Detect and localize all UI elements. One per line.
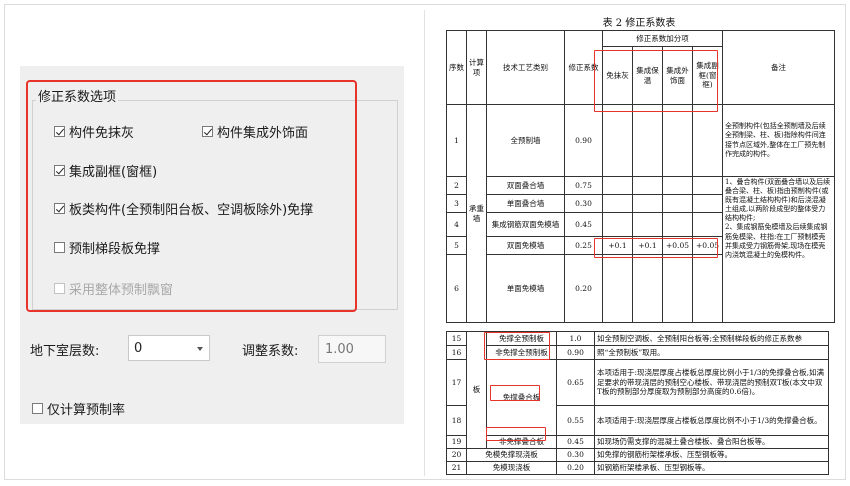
divider — [424, 10, 425, 476]
highlight-box — [26, 80, 357, 312]
chevron-down-icon — [197, 347, 203, 351]
header-seq: 序数 — [446, 30, 467, 105]
adjust-input[interactable]: 1.00 — [318, 335, 386, 363]
header-calc: 计算项 — [466, 30, 487, 105]
header-tech: 技术工艺类别 — [486, 30, 565, 105]
basement-select[interactable]: 0 — [128, 335, 210, 361]
correction-table-slabs: 15 板 免撑全预制板 1.0 如全预制空调板、全预制阳台板等;全预制梯段板的修… — [446, 331, 829, 475]
table-row: 17 免撑叠合板 0.65 本项适用于:现浇层厚度占楼板总厚度比例小于1/3的免… — [446, 359, 829, 436]
checkbox-prefab-rate-only[interactable]: 仅计算预制率 — [32, 399, 125, 418]
table-row: 15 板 免撑全预制板 1.0 如全预制空调板、全预制阳台板等;全预制梯段板的修… — [446, 331, 829, 449]
table-row: 20 免模免撑现浇板 0.30 如免撑的钢筋桁架楼承板、压型钢板等。 — [446, 448, 829, 462]
header-addon-col: 免抹灰 — [602, 46, 633, 105]
header-addon-col: 集成保温 — [632, 46, 663, 105]
remark-1: 全预制构件(包括全预制墙及后续全预制梁、柱、板)指除构件间连接节点区域外,整体在… — [722, 104, 835, 177]
table-row: 19 非免撑叠合板 0.45 如现场仍需支撑的混凝土叠合楼板、叠合阳台板等。 — [446, 435, 829, 449]
table-title: 表 2 修正系数表 — [602, 18, 676, 29]
group-label: 承重墙 — [466, 104, 487, 323]
table-row: 1 承重墙 全预制墙 0.90 全预制构件(包括全预制墙及后续全预制梁、柱、板)… — [446, 104, 835, 323]
table-row: 2 双面叠合墙 0.75 1、叠合构件(双面叠合墙以及后续叠合梁、柱、板)指由预… — [446, 176, 835, 323]
table-row: 16 非免撑全预制板 0.90 照“全预制板”取用。 — [446, 345, 829, 360]
document-page: 表 2 修正系数表 序数 计算项 技术工艺类别 修正系数 修正系数加分项 备注 … — [440, 10, 838, 480]
basement-label: 地下室层数: — [30, 344, 100, 359]
correction-table-walls: 序数 计算项 技术工艺类别 修正系数 修正系数加分项 备注 免抹灰 集成保温 集… — [446, 30, 835, 323]
header-addon-col: 集成副框(窗框) — [692, 46, 723, 105]
header-addon: 修正系数加分项 — [602, 30, 723, 47]
header-coef: 修正系数 — [564, 30, 603, 105]
header-addon-col: 集成外饰面 — [662, 46, 693, 105]
header-remark: 备注 — [722, 30, 835, 105]
checkbox-icon[interactable] — [32, 403, 43, 414]
group-label: 板 — [466, 331, 487, 449]
adjust-label: 调整系数: — [242, 344, 299, 359]
remark-2: 1、叠合构件(双面叠合墙以及后续叠合梁、柱、板)指由预制构件(或既有混凝土结构构… — [722, 176, 835, 323]
table-row: 21 免模现浇板 0.20 如钢筋桁架楼承板、压型钢板等。 — [446, 461, 829, 475]
basement-value: 0 — [134, 341, 143, 356]
checkbox-label: 仅计算预制率 — [47, 403, 126, 418]
